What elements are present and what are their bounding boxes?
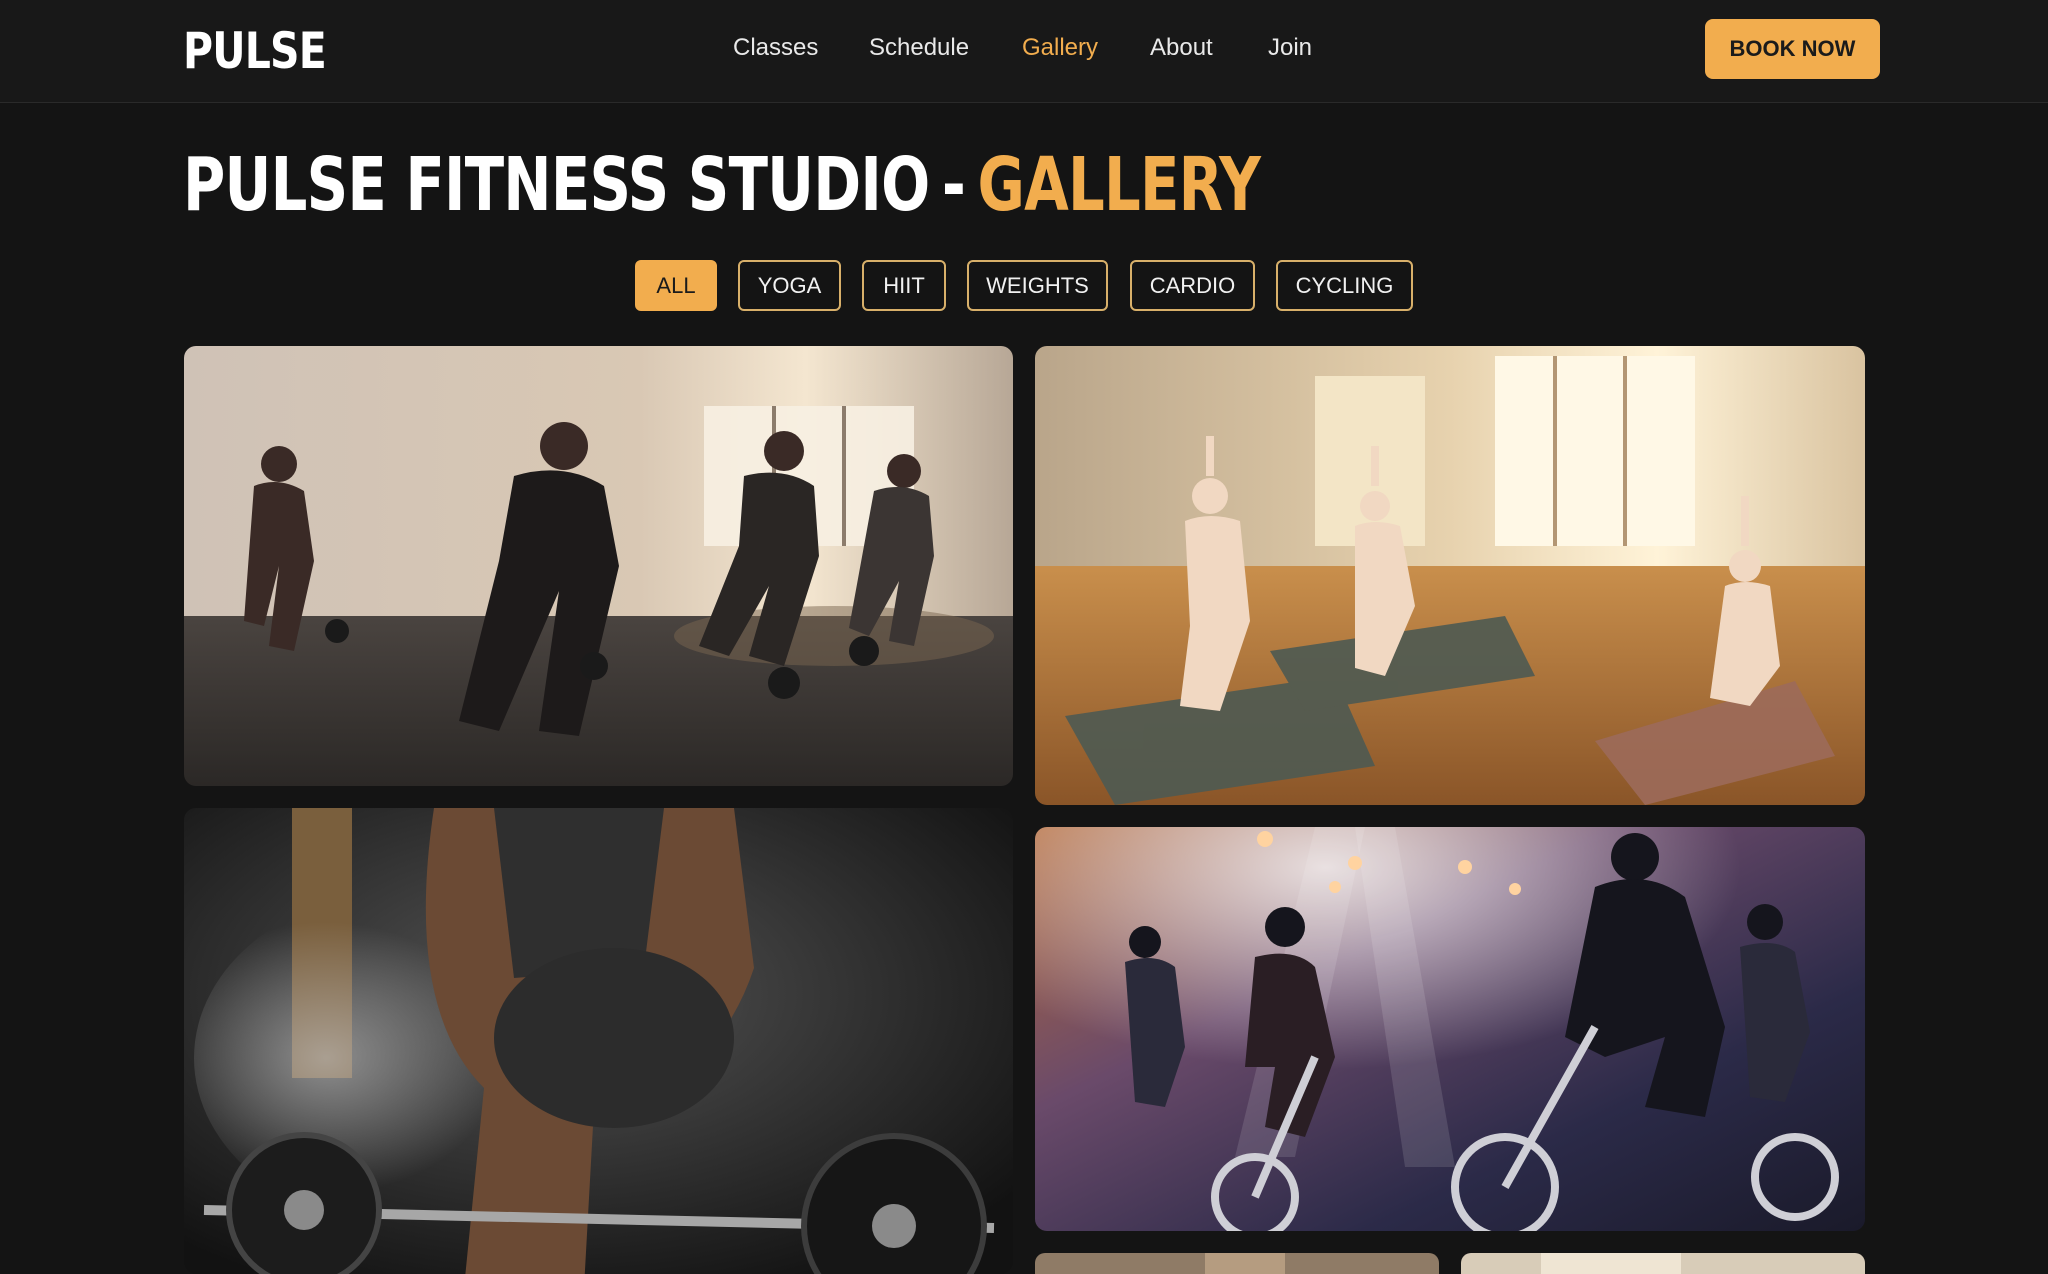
book-now-button[interactable]: BOOK NOW: [1705, 19, 1880, 79]
gallery-photo-6[interactable]: [1461, 1253, 1865, 1274]
gallery-image-5: [1035, 1253, 1439, 1274]
nav-link-schedule[interactable]: Schedule: [869, 34, 969, 62]
gallery-image-6: [1461, 1253, 1865, 1274]
filter-cardio-button[interactable]: CARDIO: [1130, 260, 1255, 311]
page-title-main: PULSE FITNESS STUDIO: [183, 142, 930, 228]
page-title: PULSE FITNESS STUDIO - GALLERY: [183, 140, 1261, 230]
gallery-photo-hiit[interactable]: [184, 346, 1013, 786]
page-title-accent: GALLERY: [977, 142, 1261, 228]
hiit-class-image: [184, 346, 1013, 786]
nav-link-gallery[interactable]: Gallery: [1022, 34, 1098, 62]
gallery-photo-cycling[interactable]: [1035, 827, 1865, 1231]
weights-deadlift-image: [184, 808, 1013, 1274]
filter-all-button[interactable]: ALL: [635, 260, 717, 311]
filter-yoga-button[interactable]: YOGA: [738, 260, 841, 311]
gallery-photo-weights[interactable]: [184, 808, 1013, 1274]
gallery-photo-5[interactable]: [1035, 1253, 1439, 1274]
cycling-class-image: [1035, 827, 1865, 1231]
nav-link-classes[interactable]: Classes: [733, 34, 818, 62]
gallery-photo-yoga[interactable]: [1035, 346, 1865, 805]
filter-hiit-button[interactable]: HIIT: [862, 260, 946, 311]
nav-link-about[interactable]: About: [1150, 34, 1213, 62]
site-header: PULSE Classes Schedule Gallery About Joi…: [0, 0, 2048, 103]
page-title-separator: -: [941, 142, 966, 228]
nav-link-join[interactable]: Join: [1268, 34, 1312, 62]
filter-weights-button[interactable]: WEIGHTS: [967, 260, 1108, 311]
site-logo[interactable]: PULSE: [183, 22, 327, 80]
filter-cycling-button[interactable]: CYCLING: [1276, 260, 1413, 311]
yoga-class-image: [1035, 346, 1865, 805]
